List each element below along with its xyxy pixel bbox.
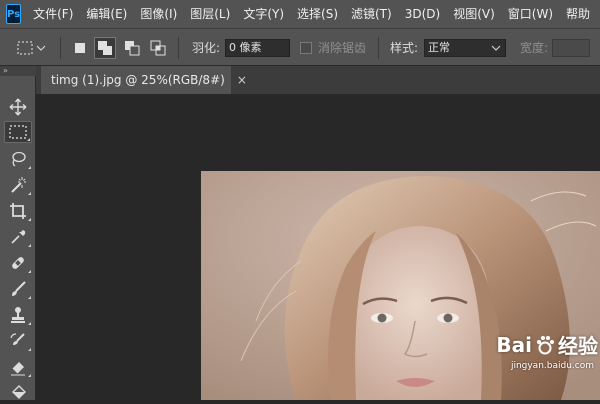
- lasso-tool[interactable]: [4, 148, 32, 170]
- menu-bar: Ps 文件(F) 编辑(E) 图像(I) 图层(L) 文字(Y) 选择(S) 滤…: [0, 0, 600, 28]
- document-tab[interactable]: timg (1).jpg @ 25%(RGB/8#) ×: [41, 66, 247, 94]
- panel-collapse-toggle[interactable]: »: [0, 66, 36, 76]
- add-to-selection-icon: [98, 40, 112, 55]
- menu-help[interactable]: 帮助: [566, 0, 590, 28]
- marquee-preset-icon: [17, 40, 46, 55]
- collapse-arrows-icon: »: [3, 66, 8, 75]
- rectangular-marquee-icon: [9, 125, 27, 139]
- menu-select[interactable]: 选择(S): [297, 0, 338, 28]
- menu-image[interactable]: 图像(I): [140, 0, 177, 28]
- subtract-from-selection-button[interactable]: [122, 29, 142, 66]
- watermark-brand-left: Bai: [496, 332, 532, 357]
- magic-wand-tool[interactable]: [4, 174, 32, 196]
- width-label: 宽度:: [520, 41, 549, 55]
- document-tab-bar: timg (1).jpg @ 25%(RGB/8#) ×: [36, 66, 600, 94]
- document-tab-title: timg (1).jpg @ 25%(RGB/8#): [51, 73, 225, 87]
- menu-file[interactable]: 文件(F): [33, 0, 73, 28]
- watermark-brand-right: 经验: [558, 334, 598, 358]
- eyedropper-icon: [11, 230, 26, 244]
- intersect-selection-icon: [150, 40, 166, 55]
- baidu-jingyan-watermark: Bai 经验 jingyan.baidu.com: [462, 330, 598, 394]
- move-icon: [9, 98, 27, 116]
- brush-icon: [12, 281, 26, 296]
- rectangular-marquee-tool[interactable]: [4, 121, 32, 143]
- style-select-value: 正常: [428, 40, 450, 54]
- menu-edit[interactable]: 编辑(E): [86, 0, 127, 28]
- history-brush-tool[interactable]: [4, 330, 32, 352]
- eraser-tool[interactable]: [4, 356, 32, 378]
- options-bar: 羽化: 0 像素 消除锯齿 样式: 正常 宽度:: [0, 28, 600, 66]
- move-tool[interactable]: [4, 96, 32, 118]
- menu-layer[interactable]: 图层(L): [190, 0, 230, 28]
- photoshop-logo-icon: Ps: [6, 4, 22, 24]
- menu-3d[interactable]: 3D(D): [405, 0, 440, 28]
- subtract-from-selection-icon: [125, 40, 140, 55]
- clone-stamp-tool[interactable]: [4, 304, 32, 326]
- eraser-icon: [11, 362, 25, 376]
- eyedropper-tool[interactable]: [4, 226, 32, 248]
- antialias-checkbox[interactable]: [300, 41, 312, 54]
- feather-input[interactable]: 0 像素: [225, 38, 290, 57]
- add-to-selection-button[interactable]: [94, 29, 116, 66]
- paint-bucket-tool[interactable]: [4, 382, 32, 404]
- menu-filter[interactable]: 滤镜(T): [351, 0, 392, 28]
- healing-brush-tool[interactable]: [4, 252, 32, 274]
- crop-icon: [10, 203, 26, 219]
- chevron-down-icon: [491, 45, 501, 51]
- brush-tool[interactable]: [4, 278, 32, 300]
- style-select[interactable]: 正常: [424, 38, 506, 57]
- menu-view[interactable]: 视图(V): [453, 0, 495, 28]
- baidu-paw-icon: [537, 335, 554, 354]
- menu-type[interactable]: 文字(Y): [243, 0, 284, 28]
- watermark-url: jingyan.baidu.com: [510, 361, 594, 371]
- tool-preset-picker[interactable]: [16, 29, 46, 66]
- paint-bucket-icon: [12, 385, 26, 399]
- new-selection-icon: [75, 42, 85, 53]
- width-input[interactable]: [552, 38, 590, 57]
- history-brush-icon: [10, 333, 25, 345]
- intersect-selection-button[interactable]: [148, 29, 168, 66]
- tools-panel: [0, 76, 36, 400]
- lasso-icon: [12, 151, 26, 167]
- crop-tool[interactable]: [4, 200, 32, 222]
- style-label: 样式:: [390, 41, 419, 55]
- antialias-label: 消除锯齿: [318, 41, 367, 55]
- clone-stamp-icon: [11, 307, 25, 323]
- menu-window[interactable]: 窗口(W): [508, 0, 553, 28]
- close-icon[interactable]: ×: [237, 73, 247, 87]
- healing-brush-icon: [12, 257, 24, 269]
- feather-label: 羽化:: [192, 41, 221, 55]
- new-selection-button[interactable]: [70, 29, 90, 66]
- magic-wand-icon: [11, 177, 26, 193]
